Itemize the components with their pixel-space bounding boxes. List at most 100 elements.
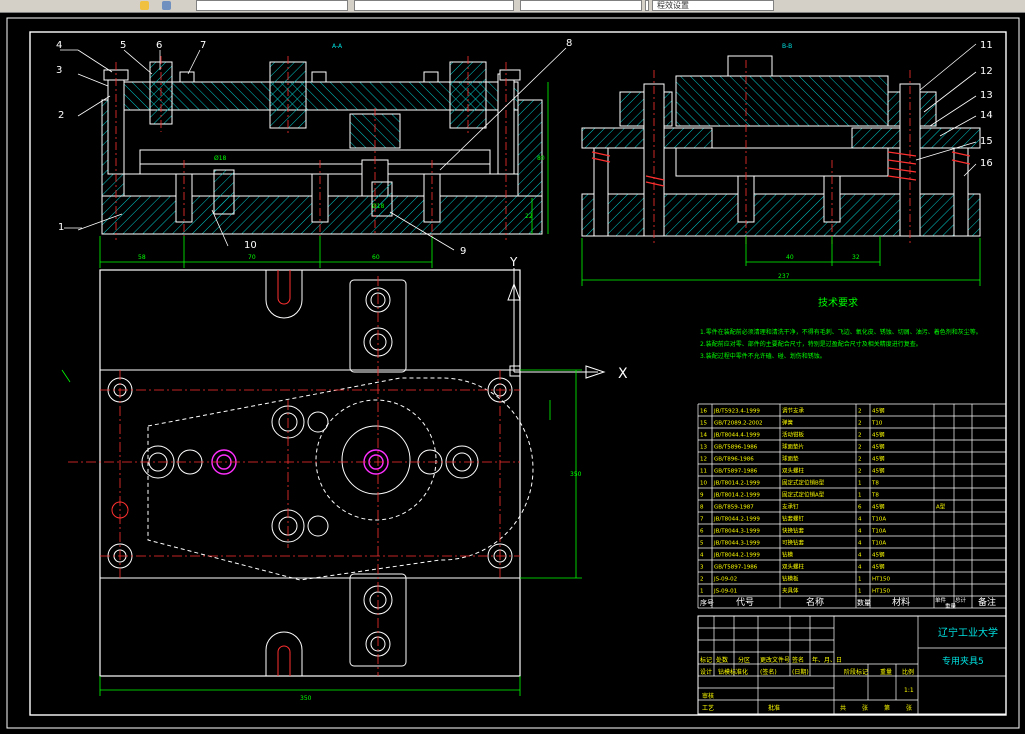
bom-cell: 2 <box>858 421 862 427</box>
tb-scale-label: 比例 <box>902 668 914 676</box>
bom-cell: 快换钻套 <box>782 527 805 535</box>
bom-cell: JB/T8044.4-1999 <box>713 433 760 439</box>
dim-front-h2: 22 <box>525 213 533 220</box>
bom-cell: 45钢 <box>872 431 885 439</box>
bom-cell: 4 <box>858 565 862 571</box>
bom-cell: T10A <box>871 541 886 547</box>
toolbar-field-1[interactable] <box>196 0 348 11</box>
bom-cell: 4 <box>858 517 862 523</box>
callout-10: 10 <box>244 240 257 251</box>
bom-cell: GB/T5897-1986 <box>714 469 758 475</box>
cad-drawing-canvas[interactable]: A-A 58 70 60 80 22 Ø18 Ø18 1 2 3 4 5 6 7… <box>0 12 1025 734</box>
bom-cell: 固定式定位销B型 <box>782 479 825 487</box>
bom-cell: T10A <box>871 529 886 535</box>
school-name: 辽宁工业大学 <box>938 626 998 639</box>
axis-x-label: X <box>618 366 628 382</box>
bom-cell: 2 <box>858 469 862 475</box>
bom-cell: 3 <box>700 565 704 571</box>
tech-note-1: 1.零件在装配前必须清理和清洗干净，不得有毛刺、飞边、氧化皮、锈蚀、切屑、油污、… <box>700 328 982 336</box>
front-section-view: A-A 58 70 60 80 22 Ø18 Ø18 1 2 3 4 5 6 7… <box>56 38 572 268</box>
side-section-view: B-B 40 32 237 11 12 13 14 15 16 <box>581 40 993 286</box>
bom-cell: 2 <box>858 433 862 439</box>
dim-side-1: 40 <box>786 254 794 261</box>
tb-weight: 重量 <box>880 668 892 676</box>
bom-cell: 钻模板 <box>782 575 799 583</box>
bom-cell: 8 <box>700 505 704 511</box>
bom-header-cell: 单件 <box>935 596 947 604</box>
bom-cell: 45钢 <box>872 455 885 463</box>
bom-cell: 45钢 <box>872 503 885 511</box>
bom-cell: 1 <box>858 481 862 487</box>
callout-13: 13 <box>980 90 993 101</box>
dim-side-2: 32 <box>852 254 860 261</box>
bom-cell: GB/T5897-1986 <box>714 565 758 571</box>
tb-approve: 批准 <box>768 704 780 712</box>
callout-3: 3 <box>56 65 62 76</box>
callout-16: 16 <box>980 158 993 169</box>
callout-4: 4 <box>56 40 62 51</box>
callout-14: 14 <box>980 110 993 121</box>
bom-header-cell: 总计 <box>955 596 967 604</box>
tb-scale: 1:1 <box>904 687 914 694</box>
cube-icon[interactable] <box>162 1 171 10</box>
bom-cell: JB/T8044.3-1999 <box>713 541 760 547</box>
tb-sheet-2: 张 <box>862 704 868 712</box>
layer-icon[interactable] <box>140 1 149 10</box>
dim-front-h1: 80 <box>537 155 545 162</box>
toolbar-field-4[interactable] <box>645 0 649 11</box>
dim-dia-1: Ø18 <box>214 155 227 162</box>
drawing-name: 专用夹具5 <box>942 655 984 667</box>
bom-cell: JS-09-01 <box>713 589 737 595</box>
dim-dia-2: Ø18 <box>372 203 385 210</box>
tb-label-mark: 标记 <box>700 656 712 664</box>
bom-cell: JB/T8044.2-1999 <box>713 517 760 523</box>
bom-cell: 球面垫片 <box>782 443 804 451</box>
bom-cell: HT150 <box>872 589 890 595</box>
callout-5: 5 <box>120 40 126 51</box>
bom-cell: 6 <box>700 529 704 535</box>
bom-header-cell: 重量 <box>945 602 957 610</box>
toolbar-field-5[interactable]: 程效设置 <box>652 0 774 11</box>
tb-label-change: 更改文件号 <box>760 656 790 664</box>
plan-view: X Y 350 350 <box>61 255 628 702</box>
bom-cell: 7 <box>700 517 704 523</box>
bom-header-cell: 材料 <box>892 596 910 608</box>
bom-cell: 45钢 <box>872 551 885 559</box>
bom-cell: 4 <box>858 529 862 535</box>
dim-plan-total: 350 <box>300 695 312 702</box>
tech-note-3: 3.装配过程中零件不允许磕、碰、划伤和锈蚀。 <box>700 352 826 360</box>
bom-cell: 45钢 <box>872 443 885 451</box>
toolbar-field-2[interactable] <box>354 0 514 11</box>
tb-sheet-1: 共 <box>840 704 846 712</box>
bom-cell: 弹簧 <box>782 419 794 427</box>
tech-title: 技术要求 <box>818 296 858 309</box>
tb-label-count: 处数 <box>716 656 728 664</box>
technical-requirements: 技术要求 1.零件在装配前必须清理和清洗干净，不得有毛刺、飞边、氧化皮、锈蚀、切… <box>700 296 982 360</box>
bom-cell: T10 <box>871 421 883 427</box>
bom-cell: 45钢 <box>872 563 885 571</box>
tb-process: 工艺 <box>702 704 714 712</box>
bom-header-cell: 序号 <box>700 598 714 607</box>
callout-7: 7 <box>200 40 206 51</box>
bom-cell: 球面垫 <box>782 455 799 463</box>
dim-plan-height: 350 <box>570 471 582 478</box>
bom-cell: 2 <box>858 457 862 463</box>
bom-cell: 2 <box>858 445 862 451</box>
bom-cell: JB/T5923.4-1999 <box>713 409 760 415</box>
callout-1: 1 <box>58 222 64 233</box>
tb-design-std: 钻模标准化 <box>718 668 748 676</box>
section-b-label: B-B <box>782 43 792 50</box>
bom-cell: 夹具体 <box>782 587 799 595</box>
tb-design-sign: (签名) <box>760 668 777 676</box>
bom-cell: 可换钻套 <box>782 539 805 547</box>
tb-label-date: 年、月、日 <box>812 656 842 664</box>
bom-cell: 1 <box>858 577 862 583</box>
bom-cell: 2 <box>700 577 704 583</box>
bom-cell: 16 <box>700 409 707 415</box>
bom-cell: JB/T8014.2-1999 <box>713 481 760 487</box>
tb-label-sign: 签名 <box>792 656 804 664</box>
dim-front-3: 60 <box>372 254 380 261</box>
toolbar-field-3[interactable] <box>520 0 642 11</box>
callout-6: 6 <box>156 40 162 51</box>
bom-cell: 12 <box>700 457 707 463</box>
